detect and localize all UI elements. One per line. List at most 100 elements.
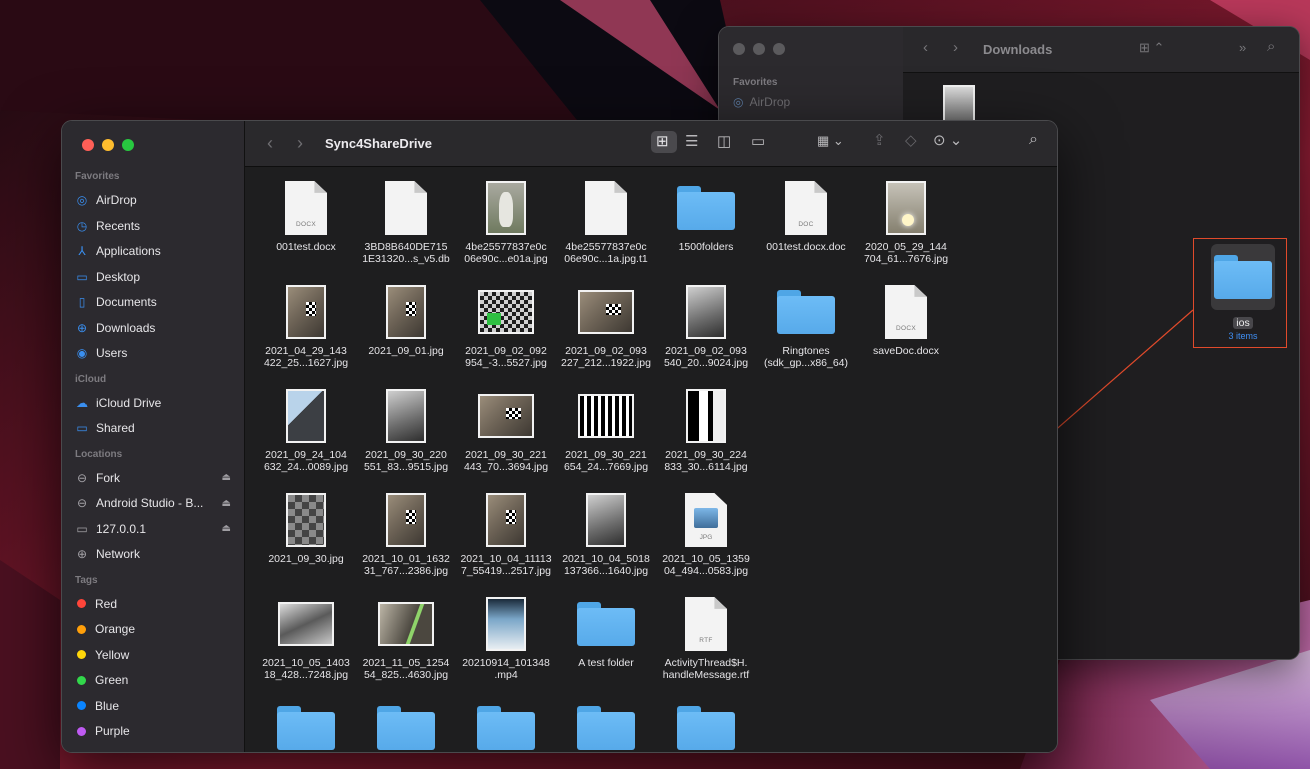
file-thumbnail: [777, 281, 835, 343]
close-button[interactable]: [82, 139, 94, 151]
list-view-icon[interactable]: ☰: [685, 134, 698, 149]
tag-color-dot: [77, 726, 86, 736]
back-arrow-icon[interactable]: ‹: [267, 134, 273, 152]
file-item[interactable]: 2021_09_30.jpg: [256, 489, 356, 565]
folder-item[interactable]: [256, 697, 356, 752]
file-item[interactable]: 2021_09_30_221 654_24...7669.jpg: [556, 385, 656, 473]
file-item[interactable]: 20210914_101348 .mp4: [456, 593, 556, 681]
sidebar-item-label: Downloads: [96, 320, 156, 335]
search-icon[interactable]: ⌕: [1029, 132, 1038, 148]
file-item[interactable]: RTF ActivityThread$H. handleMessage.rtf: [656, 593, 756, 681]
folder-item[interactable]: [656, 697, 756, 752]
file-thumbnail: [677, 177, 735, 239]
file-item[interactable]: 2021_10_04_5018 137366...1640.jpg: [556, 489, 656, 577]
sidebar-item-documents[interactable]: ▯ Documents: [75, 291, 237, 313]
file-thumbnail: [377, 697, 435, 752]
sidebar-item-network[interactable]: ⊕ Network: [75, 543, 237, 565]
sidebar-tag-purple[interactable]: Purple: [75, 720, 237, 742]
file-name: 2021_09_30.jpg: [268, 553, 344, 565]
sidebar-item-shared[interactable]: ▭ Shared: [75, 417, 237, 439]
share-icon[interactable]: ⇪: [873, 133, 886, 148]
sidebar-item-fork[interactable]: ⊖ Fork ⏏: [75, 467, 237, 489]
file-item[interactable]: 2021_09_02_093 540_20...9024.jpg: [656, 281, 756, 369]
file-thumbnail: [486, 489, 526, 551]
file-item[interactable]: 4be25577837e0c 06e90c...1a.jpg.t1: [556, 177, 656, 265]
sidebar-item-label: Green: [95, 673, 129, 687]
eject-icon[interactable]: ⏏: [222, 498, 231, 509]
sidebar-item-downloads[interactable]: ⊕ Downloads: [75, 317, 237, 339]
file-item[interactable]: 2021_11_05_1254 54_825...4630.jpg: [356, 593, 456, 681]
file-name: 001test.docx: [276, 241, 336, 253]
close-button[interactable]: [733, 43, 745, 55]
file-item[interactable]: 2020_05_29_144 704_61...7676.jpg: [856, 177, 956, 265]
folder-item[interactable]: Ringtones (sdk_gp...x86_64): [756, 281, 856, 369]
more-options-icon[interactable]: ⊙ ⌄: [933, 133, 962, 148]
folder-item[interactable]: [456, 697, 556, 752]
sidebar-item-android-studio-b[interactable]: ⊖ Android Studio - B... ⏏: [75, 492, 237, 514]
sidebar-item-desktop[interactable]: ▭ Desktop: [75, 266, 237, 288]
file-item[interactable]: 2021_10_01_1632 31_767...2386.jpg: [356, 489, 456, 577]
sidebar-item-users[interactable]: ◉ Users: [75, 342, 237, 364]
grid-view-icon[interactable]: ⊞ ⌃: [1139, 41, 1164, 54]
file-item[interactable]: 2021_09_24_104 632_24...0089.jpg: [256, 385, 356, 473]
zoom-button[interactable]: [122, 139, 134, 151]
file-item[interactable]: 3BD8B640DE715 1E31320...s_v5.db: [356, 177, 456, 265]
ios-folder-icon[interactable]: [1214, 255, 1272, 299]
sidebar-item-127-0-0-1[interactable]: ▭ 127.0.0.1 ⏏: [75, 518, 237, 540]
eject-icon[interactable]: ⏏: [222, 472, 231, 483]
file-thumbnail: DOCX: [885, 281, 927, 343]
file-item[interactable]: 2021_09_30_220 551_83...9515.jpg: [356, 385, 456, 473]
forward-arrow-icon[interactable]: ›: [297, 134, 303, 152]
sidebar-tag-blue[interactable]: Blue: [75, 695, 237, 717]
file-item[interactable]: 2021_10_04_11113 7_55419...2517.jpg: [456, 489, 556, 577]
folder-item[interactable]: [356, 697, 456, 752]
search-icon[interactable]: ⌕: [1267, 39, 1275, 54]
tag-icon[interactable]: ◇: [905, 133, 917, 148]
file-item[interactable]: 2021_09_30_224 833_30...6114.jpg: [656, 385, 756, 473]
file-item[interactable]: DOCX 001test.docx: [256, 177, 356, 253]
file-item[interactable]: 4be25577837e0c 06e90c...e01a.jpg: [456, 177, 556, 265]
icon-view-icon[interactable]: ⊞: [656, 134, 669, 149]
file-thumbnail: [585, 177, 627, 239]
back-arrow-icon[interactable]: ‹: [923, 40, 928, 55]
file-item[interactable]: 2021_09_02_093 227_212...1922.jpg: [556, 281, 656, 369]
file-item[interactable]: 2021_04_29_143 422_25...1627.jpg: [256, 281, 356, 369]
eject-icon[interactable]: ⏏: [222, 523, 231, 534]
file-item[interactable]: 2021_09_30_221 443_70...3694.jpg: [456, 385, 556, 473]
file-thumbnail: DOC: [785, 177, 827, 239]
sidebar-item-recents[interactable]: ◷ Recents: [75, 215, 237, 237]
minimize-button[interactable]: [102, 139, 114, 151]
sidebar-item-applications[interactable]: ⅄ Applications: [75, 240, 237, 262]
minimize-button[interactable]: [753, 43, 765, 55]
sidebar-item-label: Desktop: [96, 269, 141, 284]
sidebar-tag-yellow[interactable]: Yellow: [75, 644, 237, 666]
column-view-icon[interactable]: ◫: [717, 134, 731, 149]
file-thumbnail: [677, 697, 735, 752]
group-by-icon[interactable]: ▦ ⌄: [817, 134, 844, 147]
file-item[interactable]: 2021_10_05_1403 18_428...7248.jpg: [256, 593, 356, 681]
desktop-icon: ▭: [76, 269, 88, 284]
ios-folder-item[interactable]: ios 3 items: [1205, 313, 1281, 341]
forward-arrow-icon[interactable]: ›: [953, 40, 958, 55]
file-item[interactable]: DOCX saveDoc.docx: [856, 281, 956, 357]
file-name: 2021_04_29_143 422_25...1627.jpg: [263, 345, 349, 369]
file-item[interactable]: 2021_09_01.jpg: [356, 281, 456, 357]
zoom-button[interactable]: [773, 43, 785, 55]
file-name: 2021_09_24_104 632_24...0089.jpg: [263, 449, 349, 473]
sidebar-tag-orange[interactable]: Orange: [75, 618, 237, 640]
file-thumbnail: [486, 177, 526, 239]
sidebar-item-airdrop[interactable]: ◎ AirDrop: [733, 95, 790, 109]
folder-item[interactable]: A test folder: [556, 593, 656, 669]
file-item[interactable]: JPG 2021_10_05_1359 04_494...0583.jpg: [656, 489, 756, 577]
file-item[interactable]: 2021_09_02_092 954_-3...5527.jpg: [456, 281, 556, 369]
sidebar-tag-green[interactable]: Green: [75, 669, 237, 691]
sidebar-item-icloud-drive[interactable]: ☁ iCloud Drive: [75, 392, 237, 414]
gallery-view-icon[interactable]: ▭: [751, 134, 765, 149]
sidebar-tag-red[interactable]: Red: [75, 593, 237, 615]
sidebar-item-airdrop[interactable]: ◎ AirDrop: [75, 189, 237, 211]
finder-window[interactable]: Favorites ◎ AirDrop ◷ Recents ⅄ Applications ▭ D…: [61, 120, 1058, 753]
folder-item[interactable]: 1500folders: [656, 177, 756, 253]
more-chevron-icon[interactable]: »: [1239, 41, 1246, 54]
file-item[interactable]: DOC 001test.docx.doc: [756, 177, 856, 253]
folder-item[interactable]: [556, 697, 656, 752]
